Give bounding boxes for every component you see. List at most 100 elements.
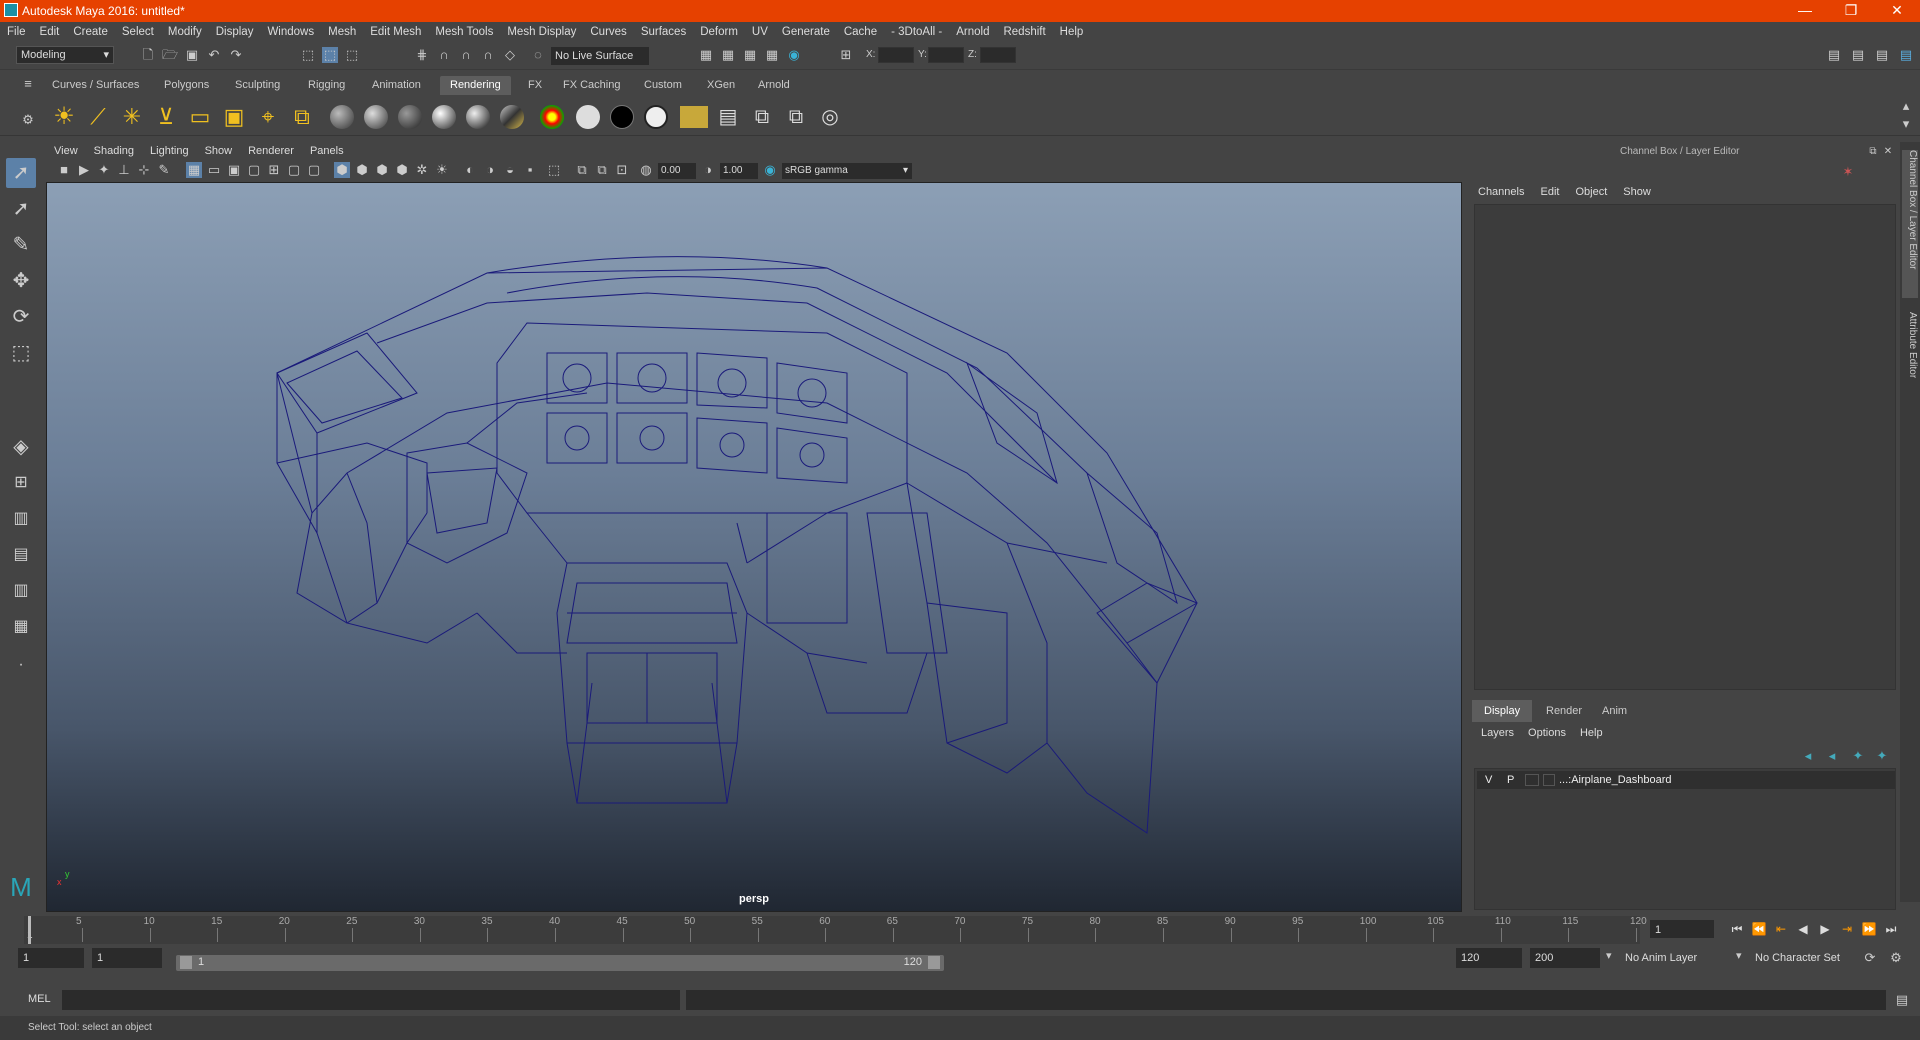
minimize-button[interactable]: — [1782,0,1828,22]
layer-menu-help[interactable]: Help [1573,722,1610,744]
snap-point-icon[interactable]: ∩ [458,47,474,63]
render-settings-icon[interactable]: ▦ [764,47,780,63]
vp-menu-panels[interactable]: Panels [302,142,352,160]
new-layer-icon[interactable]: ✦ [1850,748,1866,764]
select-object-icon[interactable]: ⬚ [322,47,338,63]
tool-settings-icon[interactable]: ▤ [1874,47,1890,63]
camera-aim-icon[interactable]: ⧉ [288,103,316,131]
shelf-tab-fx-caching[interactable]: FX Caching [553,76,630,95]
xray-joints-icon[interactable]: ⧉ [574,162,590,178]
viewport-persp[interactable]: x y persp [46,182,1462,912]
open-scene-icon[interactable]: 🗁 [162,47,178,63]
lambert-sphere-icon[interactable] [364,105,388,129]
mode-dropdown[interactable]: Modeling ▾ [16,46,114,64]
paint-select-tool-icon[interactable]: ✎ [6,230,36,260]
camera-attributes-icon[interactable]: ▶ [76,162,92,178]
shelf-menu-icon[interactable]: ≡ [20,76,36,92]
point-light-icon[interactable]: ✳ [118,103,146,131]
menu-3dtoall[interactable]: - 3DtoAll - [884,22,949,42]
backface-icon[interactable]: ⊡ [614,162,630,178]
menu-mesh-tools[interactable]: Mesh Tools [428,22,500,42]
close-panel-icon[interactable]: ✕ [1880,144,1896,160]
resolution-gate-icon[interactable]: ▣ [226,162,242,178]
use-background-icon[interactable] [610,105,634,129]
menu-display[interactable]: Display [209,22,261,42]
channel-box-body[interactable] [1474,204,1896,690]
menu-deform[interactable]: Deform [693,22,745,42]
scene-end-field[interactable]: 200 [1530,948,1600,968]
menu-mesh[interactable]: Mesh [321,22,363,42]
layer-row[interactable]: V P ...:Airplane_Dashboard [1477,771,1895,789]
safe-action-icon[interactable]: ▢ [286,162,302,178]
render-view-icon[interactable]: ▦ [698,47,714,63]
menu-generate[interactable]: Generate [775,22,837,42]
shelf-tab-custom[interactable]: Custom [634,76,692,95]
directional-light-icon[interactable]: ⟋ [84,103,112,131]
go-to-start-icon[interactable]: ⏮ [1728,920,1746,938]
playback-end-field[interactable]: 120 [1456,948,1522,968]
select-tool-icon[interactable]: ➚ [6,158,36,188]
menu-mesh-display[interactable]: Mesh Display [500,22,583,42]
vp-menu-view[interactable]: View [46,142,86,160]
rotate-tool-icon[interactable]: ⟳ [6,302,36,332]
ipr-render-icon[interactable]: ▦ [742,47,758,63]
camera-icon[interactable]: ⌖ [254,103,282,131]
shelf-tab-arnold[interactable]: Arnold [748,76,800,95]
film-gate-icon[interactable]: ▭ [206,162,222,178]
hair-tube-shader-icon[interactable] [644,105,668,129]
menu-select[interactable]: Select [115,22,161,42]
x-field[interactable] [878,47,914,63]
wireframe-on-shaded-icon[interactable]: ⬢ [394,162,410,178]
time-slider[interactable]: 1 51015202530354045505560657075808590951… [24,916,1647,944]
anim-layer-dropdown[interactable]: No Anim Layer [1620,948,1740,968]
surface-shader-icon[interactable] [576,105,600,129]
menu-curves[interactable]: Curves [583,22,633,42]
shelf-tab-rigging[interactable]: Rigging [298,76,355,95]
scroll-up-icon[interactable]: ▴ [1898,98,1914,114]
shelf-tab-sculpting[interactable]: Sculpting [225,76,290,95]
move-layer-up-icon[interactable]: ◂ [1800,748,1816,764]
layer-name[interactable]: ...:Airplane_Dashboard [1559,771,1672,789]
maximize-button[interactable]: ❐ [1828,0,1874,22]
move-layer-down-icon[interactable]: ◂ [1824,748,1840,764]
menu-arnold[interactable]: Arnold [949,22,996,42]
step-forward-key-icon[interactable]: ⇥ [1838,920,1856,938]
range-start-handle[interactable] [180,956,192,969]
z-field[interactable] [980,47,1016,63]
attribute-editor-icon[interactable]: ▤ [1850,47,1866,63]
bookmark-icon[interactable]: ✦ [96,162,112,178]
menu-surfaces[interactable]: Surfaces [634,22,693,42]
xray-icon[interactable]: ✲ [414,162,430,178]
current-frame-field[interactable]: 1 [1650,920,1714,938]
vp-menu-lighting[interactable]: Lighting [142,142,197,160]
gate-mask-icon[interactable]: ▢ [246,162,262,178]
persp-hypershade-layout-icon[interactable]: ▦ [6,612,36,642]
exposure-field[interactable]: 0.00 [658,163,696,179]
shelf-tab-curves-surfaces[interactable]: Curves / Surfaces [42,76,149,95]
layer-playback-toggle[interactable]: P [1507,771,1514,789]
phonge-sphere-icon[interactable] [432,105,456,129]
command-input[interactable] [62,990,680,1010]
vp-menu-renderer[interactable]: Renderer [240,142,302,160]
isolate-select-icon[interactable]: ⬚ [546,162,562,178]
shelf-tab-rendering[interactable]: Rendering [440,76,511,95]
screen-space-ao-icon[interactable]: ◑ [482,162,498,178]
vp-menu-shading[interactable]: Shading [86,142,142,160]
redo-icon[interactable]: ↷ [228,47,244,63]
go-to-end-icon[interactable]: ⏭ [1882,920,1900,938]
menu-file[interactable]: File [0,22,33,42]
smooth-shade-icon[interactable]: ⬢ [354,162,370,178]
grid-toggle-icon[interactable]: ▦ [186,162,202,178]
single-view-layout-icon[interactable]: ◈ [6,432,36,462]
select-component-icon[interactable]: ⬚ [344,47,360,63]
side-tab-channel-box[interactable]: Channel Box / Layer Editor [1902,150,1918,298]
step-back-icon[interactable]: ⏪ [1750,920,1768,938]
motion-blur-icon[interactable]: ◒ [502,162,518,178]
tab-anim[interactable]: Anim [1590,700,1639,722]
menu-create[interactable]: Create [66,22,115,42]
modeling-toolkit-icon[interactable]: ▤ [1826,47,1842,63]
hypershade-shelf-icon[interactable]: ◎ [816,103,844,131]
exposure-icon[interactable]: ◍ [638,162,654,178]
render-current-icon[interactable]: ▦ [720,47,736,63]
mel-label[interactable]: MEL [28,993,51,1005]
